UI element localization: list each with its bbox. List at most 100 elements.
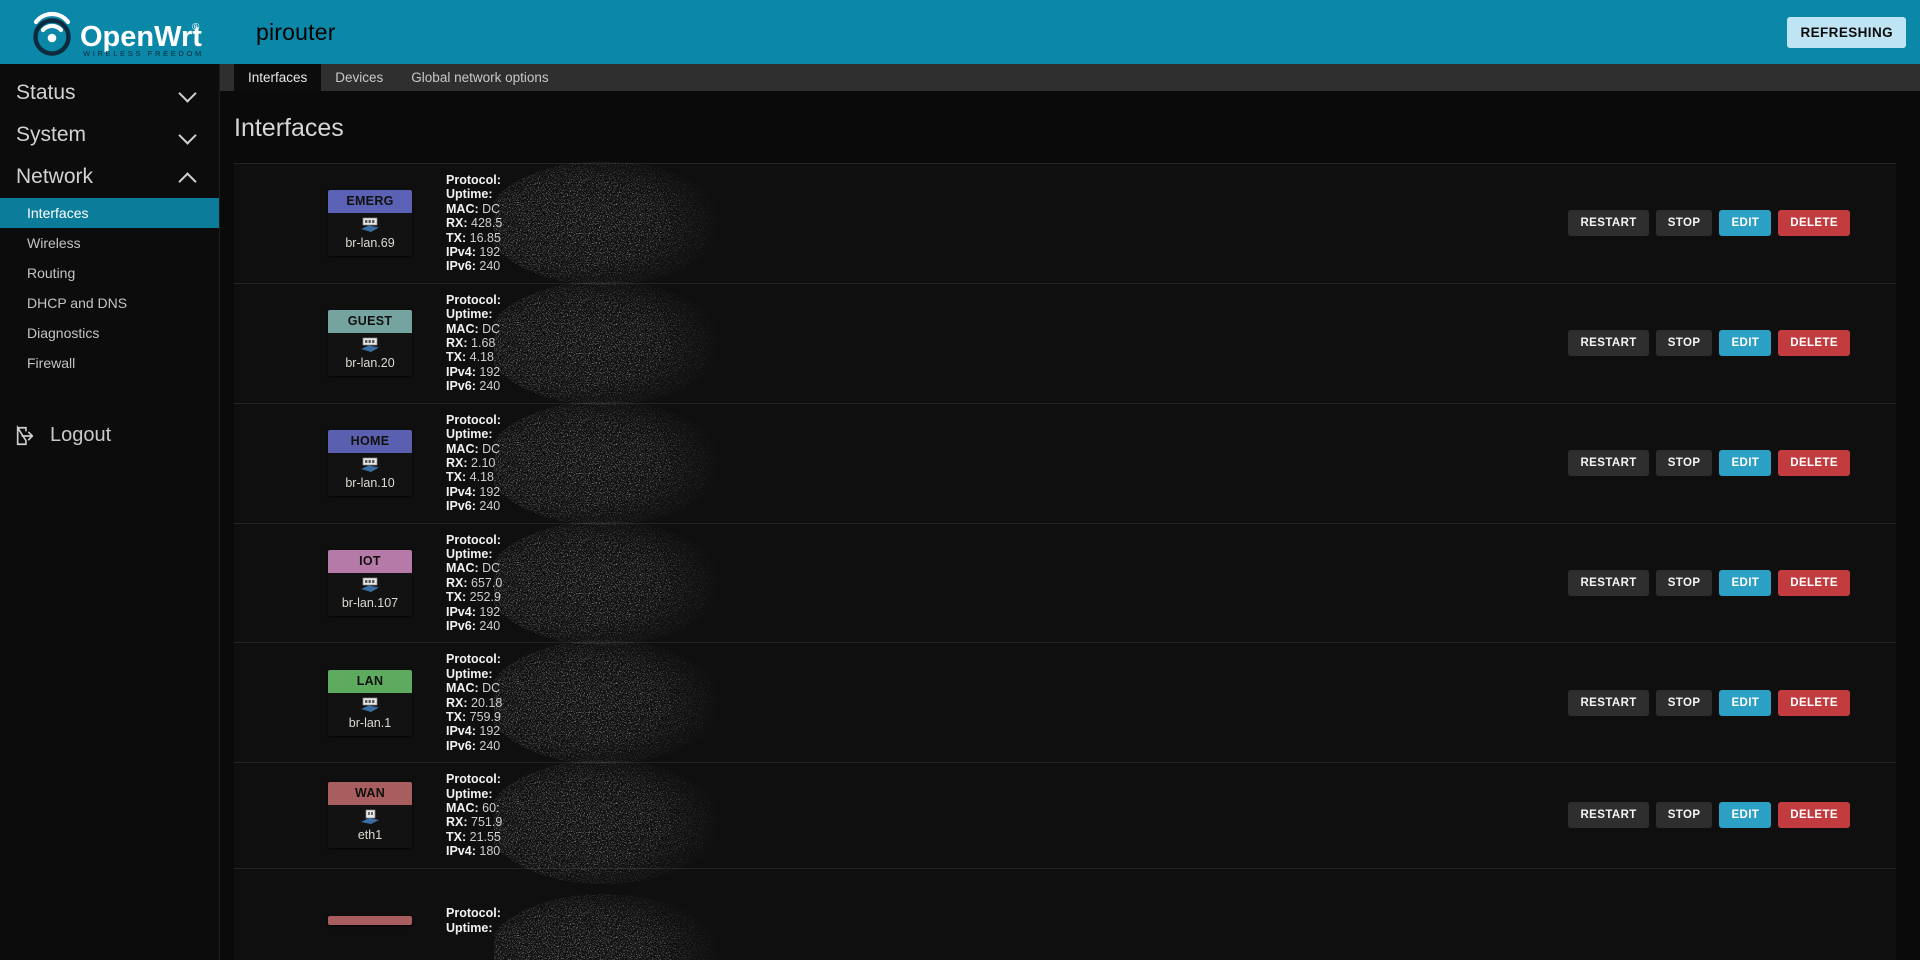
row-actions: RESTART STOP EDIT DELETE <box>1568 330 1896 357</box>
stat-tx: TX: 252.9 <box>446 590 791 604</box>
sidebar-group-network[interactable]: Network <box>0 156 219 198</box>
stop-button[interactable]: STOP <box>1655 802 1713 829</box>
sidebar-item-label: Wireless <box>27 235 81 251</box>
interface-stats: Protocol: Uptime: MAC: 60: RX: 751.9 TX: 2… <box>446 760 791 885</box>
edit-button[interactable]: EDIT <box>1719 569 1772 596</box>
restart-button[interactable]: RESTART <box>1568 802 1649 829</box>
stop-button[interactable]: STOP <box>1655 450 1713 477</box>
stop-button[interactable]: STOP <box>1655 210 1713 237</box>
stat-ipv4-label: IPv4: <box>446 245 476 260</box>
tab-interfaces[interactable]: Interfaces <box>234 64 322 91</box>
stat-ipv6-value: 240 <box>479 499 501 514</box>
tab-global-network-options[interactable]: Global network options <box>397 64 562 91</box>
stat-tx: TX: 21.55 <box>446 830 791 844</box>
table-row: HOME br-lan.10 Protocol: Uptime: MAC: DC RX… <box>234 400 1896 525</box>
sidebar-item-label: Diagnostics <box>27 325 100 341</box>
interfaces-table: EMERG br-lan.69 Protocol: Uptime: MAC: DC R… <box>234 161 1896 960</box>
row-actions: RESTART STOP EDIT DELETE <box>1568 210 1896 237</box>
interface-device-cell: br-lan.20 <box>328 333 412 376</box>
stat-tx-value: 16.85 <box>469 230 501 245</box>
stop-button[interactable]: STOP <box>1655 330 1713 357</box>
stat-mac: MAC: DC <box>446 202 791 216</box>
delete-button[interactable]: DELETE <box>1778 330 1850 357</box>
stat-mac-label: MAC: <box>446 681 479 696</box>
stat-tx: TX: 759.9 <box>446 710 791 724</box>
edit-button[interactable]: EDIT <box>1719 210 1772 237</box>
interface-name: GUEST <box>328 310 412 334</box>
stat-rx-label: RX: <box>446 455 468 470</box>
table-row: LAN br-lan.1 Protocol: Uptime: MAC: DC RX: … <box>234 640 1896 765</box>
stat-rx-value: 2.10 <box>471 455 496 470</box>
interface-badge: IOT br-lan.107 <box>328 549 412 616</box>
stat-mac-value: 60: <box>482 801 500 816</box>
sidebar-item-interfaces[interactable]: Interfaces <box>0 198 219 228</box>
delete-button[interactable]: DELETE <box>1778 450 1850 477</box>
edit-button[interactable]: EDIT <box>1719 330 1772 357</box>
stat-protocol-label: Protocol: <box>446 173 501 187</box>
interface-badge-cell: WAN eth1 <box>234 782 446 849</box>
stat-ipv6: IPv6: 240 <box>446 619 791 633</box>
tab-label: Global network options <box>411 70 549 85</box>
sidebar-item-diagnostics[interactable]: Diagnostics <box>0 318 219 348</box>
interface-name: IOT <box>328 549 412 573</box>
stat-ipv6-value: 240 <box>479 618 501 633</box>
stat-rx-label: RX: <box>446 216 468 231</box>
restart-button[interactable]: RESTART <box>1568 569 1649 596</box>
stat-tx-label: TX: <box>446 590 467 605</box>
logout-label: Logout <box>50 424 112 446</box>
chevron-down-icon <box>179 126 197 144</box>
delete-button[interactable]: DELETE <box>1778 689 1850 716</box>
delete-button[interactable]: DELETE <box>1778 569 1850 596</box>
stop-button[interactable]: STOP <box>1655 569 1713 596</box>
stat-protocol-label: Protocol: <box>446 412 501 427</box>
sidebar-item-routing[interactable]: Routing <box>0 258 219 288</box>
logout-icon <box>16 424 34 445</box>
interface-device-cell: br-lan.10 <box>328 453 412 496</box>
interface-stats: Protocol: Uptime: <box>446 894 791 960</box>
edit-button[interactable]: EDIT <box>1719 450 1772 477</box>
refresh-button[interactable]: REFRESHING <box>1787 16 1906 48</box>
delete-button[interactable]: DELETE <box>1778 210 1850 237</box>
chevron-up-icon <box>179 168 197 186</box>
restart-button[interactable]: RESTART <box>1568 210 1649 237</box>
sidebar-item-firewall[interactable]: Firewall <box>0 348 219 378</box>
interface-device-name: br-lan.10 <box>345 476 395 491</box>
edit-button[interactable]: EDIT <box>1719 689 1772 716</box>
stat-ipv6: IPv6: 240 <box>446 259 791 273</box>
stat-rx-label: RX: <box>446 575 468 590</box>
sidebar-item-wireless[interactable]: Wireless <box>0 228 219 258</box>
stat-protocol: Protocol: <box>446 293 791 307</box>
delete-button[interactable]: DELETE <box>1778 802 1850 829</box>
sidebar-item-label: DHCP and DNS <box>27 295 128 311</box>
stat-ipv4-label: IPv4: <box>446 484 476 499</box>
stat-protocol: Protocol: <box>446 652 791 666</box>
interface-name: HOME <box>328 430 412 454</box>
stat-ipv4-value: 180 <box>479 844 501 859</box>
openwrt-logo[interactable]: OpenWrt ® WIRELESS FREEDOM <box>0 6 220 58</box>
sidebar-group-status-label: Status <box>16 81 76 104</box>
stat-protocol-label: Protocol: <box>446 906 501 921</box>
edit-button[interactable]: EDIT <box>1719 802 1772 829</box>
stat-uptime-label: Uptime: <box>446 920 493 935</box>
stat-ipv4-value: 192 <box>479 604 501 619</box>
stat-protocol: Protocol: <box>446 173 791 187</box>
stat-mac: MAC: 60: <box>446 801 791 815</box>
interface-stats: Protocol: Uptime: MAC: DC RX: 1.68 TX: 4.1… <box>446 280 791 405</box>
stat-tx-value: 252.9 <box>469 590 501 605</box>
stat-tx-label: TX: <box>446 230 467 245</box>
sidebar-group-status[interactable]: Status <box>0 72 219 114</box>
sidebar-item-dhcp-and-dns[interactable]: DHCP and DNS <box>0 288 219 318</box>
stat-uptime: Uptime: <box>446 187 791 201</box>
stat-ipv4-label: IPv4: <box>446 844 476 859</box>
sidebar-group-system[interactable]: System <box>0 114 219 156</box>
chevron-down-icon <box>179 84 197 102</box>
logout-button[interactable]: Logout <box>0 414 219 457</box>
restart-button[interactable]: RESTART <box>1568 689 1649 716</box>
restart-button[interactable]: RESTART <box>1568 450 1649 477</box>
tab-devices[interactable]: Devices <box>321 64 397 91</box>
restart-button[interactable]: RESTART <box>1568 330 1649 357</box>
stop-button[interactable]: STOP <box>1655 689 1713 716</box>
stat-rx: RX: 1.68 <box>446 336 791 350</box>
interface-name: LAN <box>328 669 412 693</box>
sidebar-item-label: Interfaces <box>27 205 89 221</box>
